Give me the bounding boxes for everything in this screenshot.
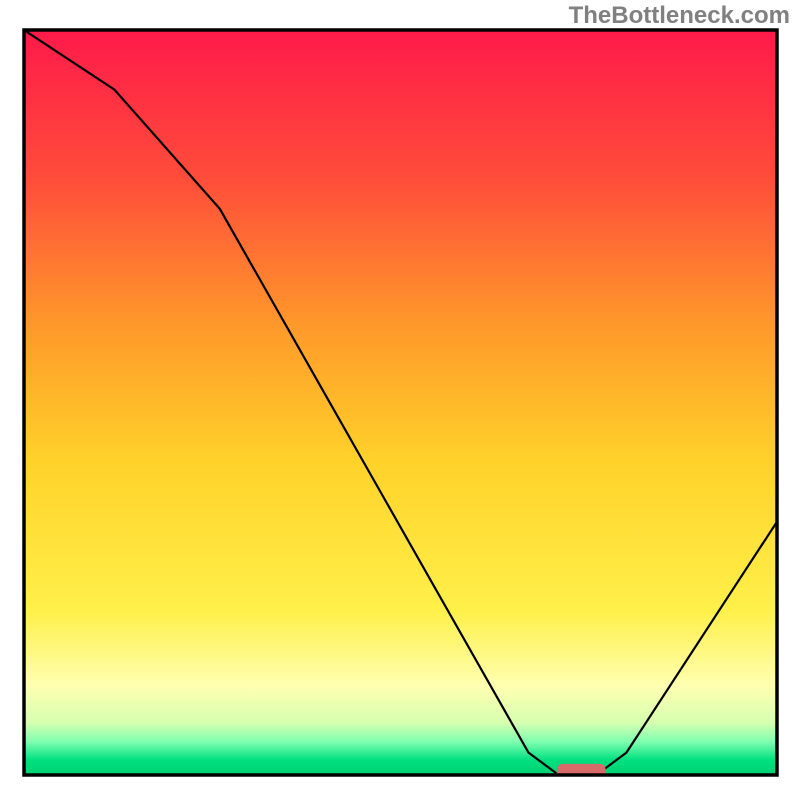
chart-svg: [0, 0, 800, 800]
gradient-background: [24, 30, 777, 775]
chart-container: TheBottleneck.com: [0, 0, 800, 800]
